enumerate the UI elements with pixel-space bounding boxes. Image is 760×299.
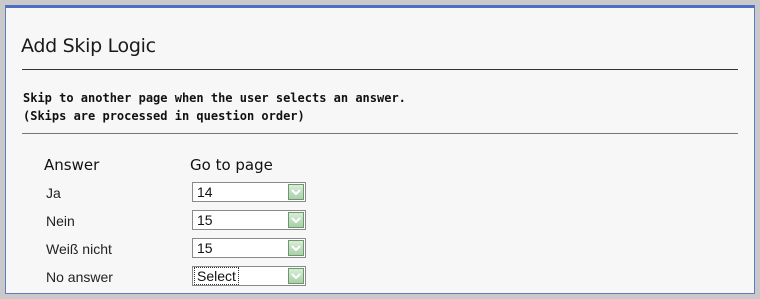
chevron-down-icon[interactable] bbox=[288, 212, 304, 228]
skip-logic-dialog: Add Skip Logic Skip to another page when… bbox=[5, 5, 755, 294]
instruction-line-2: (Skips are processed in question order) bbox=[23, 109, 305, 123]
answer-label-weiss-nicht: Weiß nicht bbox=[46, 241, 112, 257]
section-divider bbox=[22, 133, 738, 134]
select-value: 15 bbox=[197, 240, 213, 256]
go-to-page-column-header: Go to page bbox=[190, 156, 273, 174]
answer-column-header: Answer bbox=[44, 156, 100, 174]
answer-label-ja: Ja bbox=[46, 185, 61, 201]
select-value: 14 bbox=[197, 184, 213, 200]
answer-label-no-answer: No answer bbox=[46, 269, 113, 285]
chevron-down-icon[interactable] bbox=[288, 268, 304, 284]
chevron-down-icon[interactable] bbox=[288, 240, 304, 256]
select-value: 15 bbox=[197, 212, 213, 228]
instruction-text: Skip to another page when the user selec… bbox=[23, 89, 406, 125]
go-to-page-select-ja[interactable]: 14 bbox=[192, 182, 306, 202]
title-divider bbox=[22, 69, 738, 70]
go-to-page-select-no-answer[interactable]: Select bbox=[192, 266, 306, 286]
go-to-page-select-weiss-nicht[interactable]: 15 bbox=[192, 238, 306, 258]
answer-label-nein: Nein bbox=[46, 213, 75, 229]
instruction-line-1: Skip to another page when the user selec… bbox=[23, 91, 406, 105]
go-to-page-select-nein[interactable]: 15 bbox=[192, 210, 306, 230]
dialog-title: Add Skip Logic bbox=[21, 35, 156, 57]
chevron-down-icon[interactable] bbox=[288, 184, 304, 200]
select-value: Select bbox=[194, 267, 239, 285]
